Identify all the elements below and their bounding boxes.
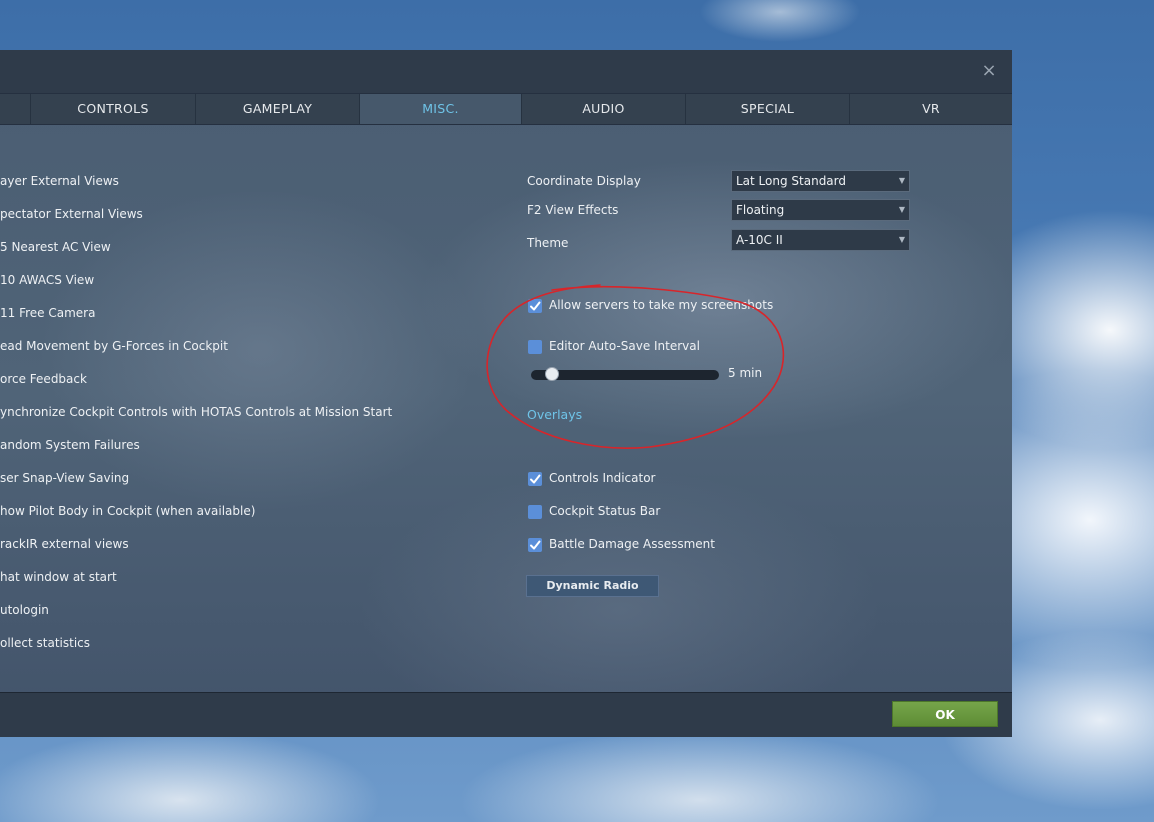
- tab-misc[interactable]: MISC.: [359, 94, 521, 124]
- dynamic-radio-button[interactable]: Dynamic Radio: [526, 575, 659, 597]
- allow-screenshots-label: Allow servers to take my screenshots: [549, 298, 774, 312]
- option-random-system-failures[interactable]: andom System Failures: [0, 435, 140, 455]
- chevron-down-icon: ▼: [898, 235, 905, 244]
- coordinate-display-select[interactable]: Lat Long Standard ▼: [731, 170, 910, 192]
- theme-value: A-10C II: [736, 233, 783, 247]
- coordinate-display-label: Coordinate Display: [527, 174, 641, 188]
- tab-audio[interactable]: AUDIO: [521, 94, 685, 124]
- option-f10-awacs-view[interactable]: 10 AWACS View: [0, 270, 94, 290]
- f2-view-effects-label: F2 View Effects: [527, 203, 619, 217]
- chevron-down-icon: ▼: [898, 176, 905, 185]
- option-trackir-external-views[interactable]: rackIR external views: [0, 534, 129, 554]
- dialog-footer: OK: [0, 692, 1012, 737]
- tab-special[interactable]: SPECIAL: [685, 94, 849, 124]
- autosave-interval-slider[interactable]: [531, 367, 719, 381]
- option-player-external-views[interactable]: ayer External Views: [0, 171, 119, 191]
- editor-autosave-checkbox[interactable]: [528, 340, 542, 354]
- options-dialog: × CONTROLS GAMEPLAY MISC. AUDIO SPECIAL …: [0, 50, 1012, 737]
- chevron-down-icon: ▼: [898, 205, 905, 214]
- overlays-heading[interactable]: Overlays: [527, 405, 582, 425]
- ok-button[interactable]: OK: [892, 701, 998, 727]
- cockpit-status-bar-checkbox[interactable]: [528, 505, 542, 519]
- controls-indicator-label: Controls Indicator: [549, 471, 656, 485]
- option-f5-nearest-ac-view[interactable]: 5 Nearest AC View: [0, 237, 111, 257]
- option-show-pilot-body[interactable]: how Pilot Body in Cockpit (when availabl…: [0, 501, 255, 521]
- cockpit-status-bar-label: Cockpit Status Bar: [549, 504, 661, 518]
- slider-handle[interactable]: [544, 367, 559, 381]
- option-chat-window-at-start[interactable]: hat window at start: [0, 567, 117, 587]
- option-f11-free-camera[interactable]: 11 Free Camera: [0, 303, 95, 323]
- option-synchronize-cockpit-controls[interactable]: ynchronize Cockpit Controls with HOTAS C…: [0, 402, 392, 422]
- close-icon[interactable]: ×: [978, 60, 1000, 82]
- battle-damage-label: Battle Damage Assessment: [549, 537, 715, 551]
- option-autologin[interactable]: utologin: [0, 600, 49, 620]
- tab-bar: CONTROLS GAMEPLAY MISC. AUDIO SPECIAL VR: [0, 93, 1012, 125]
- tab-gameplay[interactable]: GAMEPLAY: [195, 94, 359, 124]
- tab-vr[interactable]: VR: [849, 94, 1012, 124]
- option-spectator-external-views[interactable]: pectator External Views: [0, 204, 143, 224]
- option-collect-statistics[interactable]: ollect statistics: [0, 633, 90, 653]
- option-user-snap-view-saving[interactable]: ser Snap-View Saving: [0, 468, 129, 488]
- f2-view-effects-select[interactable]: Floating ▼: [731, 199, 910, 221]
- theme-label: Theme: [527, 236, 569, 250]
- tab-controls[interactable]: CONTROLS: [30, 94, 195, 124]
- f2-view-effects-value: Floating: [736, 203, 785, 217]
- controls-indicator-checkbox[interactable]: [528, 472, 542, 486]
- editor-autosave-label: Editor Auto-Save Interval: [549, 339, 700, 353]
- dialog-titlebar: ×: [0, 50, 1012, 93]
- autosave-interval-value: 5 min: [728, 366, 763, 380]
- theme-select[interactable]: A-10C II ▼: [731, 229, 910, 251]
- option-head-movement-gforces[interactable]: ead Movement by G-Forces in Cockpit: [0, 336, 228, 356]
- option-force-feedback[interactable]: orce Feedback: [0, 369, 87, 389]
- battle-damage-checkbox[interactable]: [528, 538, 542, 552]
- allow-screenshots-checkbox[interactable]: [528, 299, 542, 313]
- coordinate-display-value: Lat Long Standard: [736, 174, 847, 188]
